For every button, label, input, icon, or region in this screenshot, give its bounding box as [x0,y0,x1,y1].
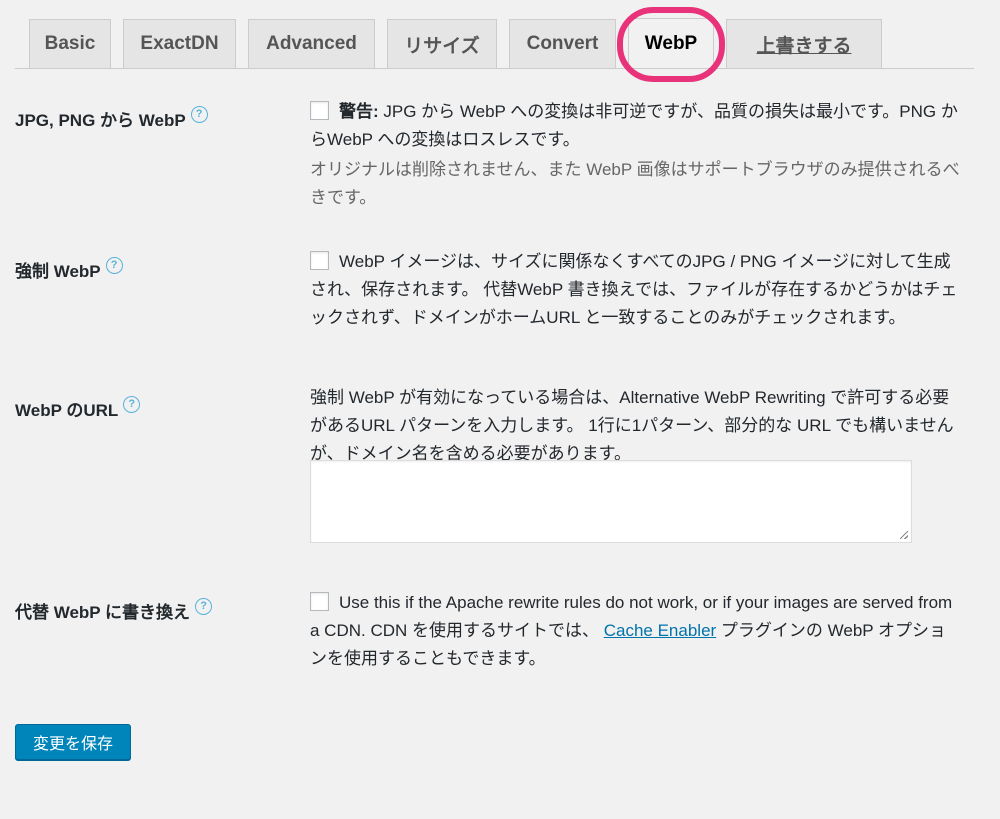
help-icon[interactable]: ? [105,257,123,274]
tabs-divider [15,68,974,69]
alt-webp-label: 代替 WebP に書き換え ? [15,598,213,623]
tab-label: WebP [644,33,698,54]
alt-webp-checkbox[interactable] [310,592,329,611]
tab-label: Convert [526,33,599,54]
jpg-png-webp-label: JPG, PNG から WebP ? [15,106,208,131]
help-icon[interactable]: ? [195,598,213,615]
force-webp-text: WebP イメージは、サイズに関係なくすべてのJPG / PNG イメージに対し… [310,252,958,327]
tab-label: Advanced [266,33,357,54]
jpg-png-webp-field: 警告: JPG から WebP への変換は非可逆ですが、品質の損失は最小です。P… [310,98,962,212]
tab-label: Basic [44,33,96,54]
jpg-png-webp-note: オリジナルは削除されません、また WebP 画像はサポートブラウザのみ提供される… [310,160,960,207]
webp-url-label: WebP のURL ? [15,396,141,421]
resize-handle-icon[interactable] [900,531,908,539]
row-label-text: 強制 WebP [15,262,101,281]
help-icon[interactable]: ? [123,396,141,413]
tab-exactdn[interactable]: ExactDN [123,19,236,68]
tab-webp[interactable]: WebP [628,18,714,69]
alt-webp-field: Use this if the Apache rewrite rules do … [310,589,962,673]
tab-basic[interactable]: Basic [29,19,111,68]
tab-convert[interactable]: Convert [509,19,616,68]
jpg-png-webp-warning: 警告: JPG から WebP への変換は非可逆ですが、品質の損失は最小です。P… [310,98,962,154]
tab-resize[interactable]: リサイズ [387,19,497,68]
tab-advanced[interactable]: Advanced [248,19,375,68]
help-icon[interactable]: ? [190,106,208,123]
cache-enabler-link[interactable]: Cache Enabler [604,621,716,640]
settings-tabs: Basic ExactDN Advanced リサイズ Convert WebP… [0,0,1000,82]
save-changes-button[interactable]: 変更を保存 [15,724,131,760]
webp-url-textarea[interactable] [310,460,912,543]
row-label-text: 代替 WebP に書き換え [15,603,191,622]
warning-label: 警告: [339,102,379,121]
row-label-text: JPG, PNG から WebP [15,111,186,130]
warning-text: JPG から WebP への変換は非可逆ですが、品質の損失は最小です。PNG か… [310,102,958,149]
force-webp-label: 強制 WebP ? [15,257,123,282]
force-webp-field: WebP イメージは、サイズに関係なくすべてのJPG / PNG イメージに対し… [310,248,962,332]
webp-url-description: 強制 WebP が有効になっている場合は、Alternative WebP Re… [310,388,954,463]
force-webp-checkbox[interactable] [310,251,329,270]
row-label-text: WebP のURL [15,401,119,420]
tab-label: 上書きする [756,35,852,57]
jpg-png-webp-checkbox[interactable] [310,101,329,120]
tab-overrides[interactable]: 上書きする [726,19,882,68]
tab-label: ExactDN [140,33,219,54]
tab-label: リサイズ [404,35,480,57]
